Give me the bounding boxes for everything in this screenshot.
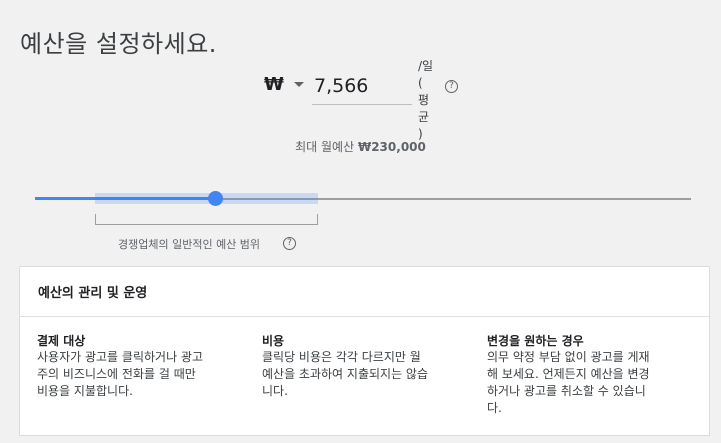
- competitor-range-band: [95, 193, 318, 204]
- range-bracket: [95, 214, 318, 225]
- daily-budget-input[interactable]: [312, 68, 412, 105]
- info-line: 다.: [487, 401, 502, 415]
- page-title: 예산을 설정하세요.: [20, 30, 217, 59]
- info-line: 니다.: [262, 384, 288, 398]
- monthly-budget-text: 최대 월예산 ₩230,000: [0, 138, 721, 155]
- info-column-title: 결제 대상: [37, 334, 86, 348]
- budget-period-label: /일 ( 평균 ): [418, 58, 438, 143]
- info-line: 사용자가 광고를 클릭하거나 광고: [37, 350, 204, 364]
- monthly-budget-value: ₩230,000: [357, 140, 426, 154]
- budget-slider-thumb[interactable]: [208, 191, 223, 206]
- period-average: 평균: [418, 93, 430, 124]
- info-line: 비용을 지불합니다.: [37, 384, 133, 398]
- competitor-range-text: 경쟁업체의 일반적인 예산 범위: [118, 238, 261, 251]
- info-line: 하거나 광고를 취소할 수 있습니: [487, 384, 646, 398]
- budget-help-icon[interactable]: ?: [445, 80, 458, 93]
- info-column-title: 비용: [262, 334, 285, 348]
- info-column-title: 변경을 원하는 경우: [487, 334, 584, 348]
- budget-info-card: 예산의 관리 및 운영 결제 대상 사용자가 광고를 클릭하거나 광고 주의 비…: [19, 266, 710, 436]
- monthly-budget-label: 최대 월예산: [295, 140, 355, 154]
- info-line: 주의 비즈니스에 전화를 걸 때만: [37, 367, 196, 381]
- currency-symbol: ₩: [264, 74, 284, 95]
- info-line: 예산을 초과하여 지출되지는 않습: [262, 367, 429, 381]
- card-heading: 예산의 관리 및 운영: [20, 267, 709, 317]
- currency-dropdown[interactable]: ₩: [264, 74, 304, 95]
- info-line: 의무 약정 부담 없이 광고를 게재: [487, 350, 650, 364]
- info-column-changes: 변경을 원하는 경우 의무 약정 부담 없이 광고를 게재 해 보세요. 언제든…: [487, 333, 683, 417]
- info-line: 해 보세요. 언제든지 예산을 변경: [487, 367, 650, 381]
- range-help-icon[interactable]: ?: [283, 237, 296, 250]
- info-column-billing: 결제 대상 사용자가 광고를 클릭하거나 광고 주의 비즈니스에 전화를 걸 때…: [37, 333, 233, 400]
- period-open-paren: (: [418, 76, 423, 90]
- competitor-range-caption: 경쟁업체의 일반적인 예산 범위: [118, 236, 260, 252]
- dropdown-arrow-icon: [293, 82, 304, 87]
- period-per-day: /일: [418, 59, 434, 73]
- info-column-cost: 비용 클릭당 비용은 각각 다르지만 월 예산을 초과하여 지출되지는 않습 니…: [262, 333, 458, 400]
- info-line: 클릭당 비용은 각각 다르지만 월: [262, 350, 421, 364]
